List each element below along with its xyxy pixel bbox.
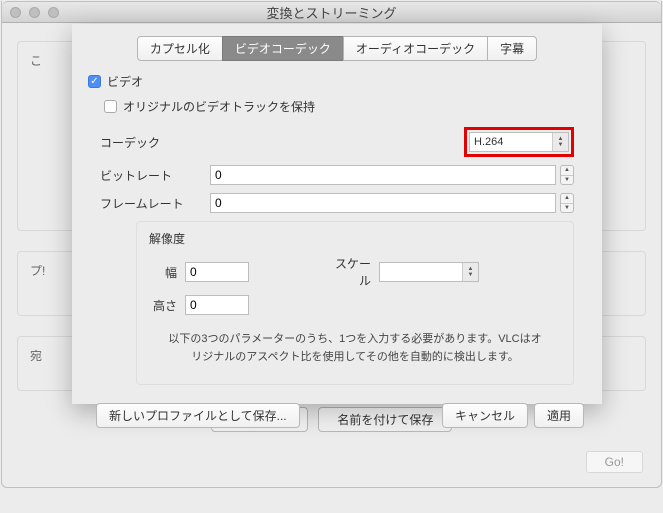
save-profile-button[interactable]: 新しいプロファイルとして保存... xyxy=(96,403,300,428)
chevron-up-icon: ▲ xyxy=(561,194,573,204)
window: 変換とストリーミング こ プ! 宛 Go! カプセル化 ビデオコーデック オーデ… xyxy=(1,1,662,488)
framerate-row: フレームレート ▲ ▼ xyxy=(88,193,586,213)
bitrate-input[interactable] xyxy=(210,165,556,185)
chevron-down-icon: ▼ xyxy=(561,204,573,213)
video-checkbox[interactable]: ✓ xyxy=(88,75,101,88)
chevron-up-icon: ▲ xyxy=(561,166,573,176)
codec-select[interactable]: H.264 ▲▼ xyxy=(469,132,569,152)
scale-label: スケール xyxy=(329,255,379,289)
width-label: 幅 xyxy=(149,264,185,281)
video-checkbox-row: ✓ ビデオ xyxy=(88,73,586,90)
keep-original-row: オリジナルのビデオトラックを保持 xyxy=(88,98,586,115)
height-input[interactable] xyxy=(185,295,249,315)
chevron-updown-icon: ▲▼ xyxy=(552,133,568,151)
minimize-icon[interactable] xyxy=(29,7,40,18)
keep-original-label: オリジナルのビデオトラックを保持 xyxy=(123,98,315,115)
bitrate-row: ビットレート ▲ ▼ xyxy=(88,165,586,185)
traffic-lights xyxy=(2,7,59,18)
height-label: 高さ xyxy=(149,297,185,314)
framerate-label: フレームレート xyxy=(100,195,210,212)
tab-audio-codec[interactable]: オーディオコーデック xyxy=(343,36,488,61)
width-input[interactable] xyxy=(185,262,249,282)
go-button[interactable]: Go! xyxy=(586,451,643,473)
profile-dialog: カプセル化 ビデオコーデック オーディオコーデック 字幕 ✓ ビデオ オリジナル… xyxy=(72,24,602,404)
tab-video-codec[interactable]: ビデオコーデック xyxy=(222,36,344,61)
tab-subtitles[interactable]: 字幕 xyxy=(487,36,537,61)
chevron-updown-icon: ▲▼ xyxy=(462,263,478,281)
framerate-stepper[interactable]: ▲ ▼ xyxy=(560,193,574,213)
video-form: コーデック H.264 ▲▼ ビットレート ▲ ▼ xyxy=(88,123,586,395)
tab-encapsulation[interactable]: カプセル化 xyxy=(137,36,223,61)
bitrate-label: ビットレート xyxy=(100,167,210,184)
titlebar: 変換とストリーミング xyxy=(2,1,661,23)
codec-label: コーデック xyxy=(100,134,210,151)
chevron-down-icon: ▼ xyxy=(561,176,573,185)
resolution-title: 解像度 xyxy=(149,230,561,247)
zoom-icon[interactable] xyxy=(48,7,59,18)
codec-row: コーデック H.264 ▲▼ xyxy=(88,127,586,157)
height-row: 高さ xyxy=(149,295,561,315)
dialog-buttons: 新しいプロファイルとして保存... キャンセル 適用 xyxy=(88,403,586,428)
scale-select[interactable]: ▲▼ xyxy=(379,262,479,282)
resolution-note: 以下の3つのパラメーターのうち、1つを入力する必要があります。VLCはオリジナル… xyxy=(149,321,561,376)
resolution-panel: 解像度 幅 スケール ▲▼ 高さ 以下の3つのパラメーターのうち、1つを入力する… xyxy=(136,221,574,385)
width-row: 幅 スケール ▲▼ xyxy=(149,255,561,289)
keep-original-checkbox[interactable] xyxy=(104,100,117,113)
window-title: 変換とストリーミング xyxy=(2,3,661,22)
cancel-button[interactable]: キャンセル xyxy=(442,403,528,428)
close-icon[interactable] xyxy=(10,7,21,18)
bitrate-stepper[interactable]: ▲ ▼ xyxy=(560,165,574,185)
codec-highlight: H.264 ▲▼ xyxy=(464,127,574,157)
framerate-input[interactable] xyxy=(210,193,556,213)
codec-value: H.264 xyxy=(474,136,503,148)
video-checkbox-label: ビデオ xyxy=(107,73,143,90)
apply-button[interactable]: 適用 xyxy=(534,403,584,428)
tabs: カプセル化 ビデオコーデック オーディオコーデック 字幕 xyxy=(88,36,586,61)
